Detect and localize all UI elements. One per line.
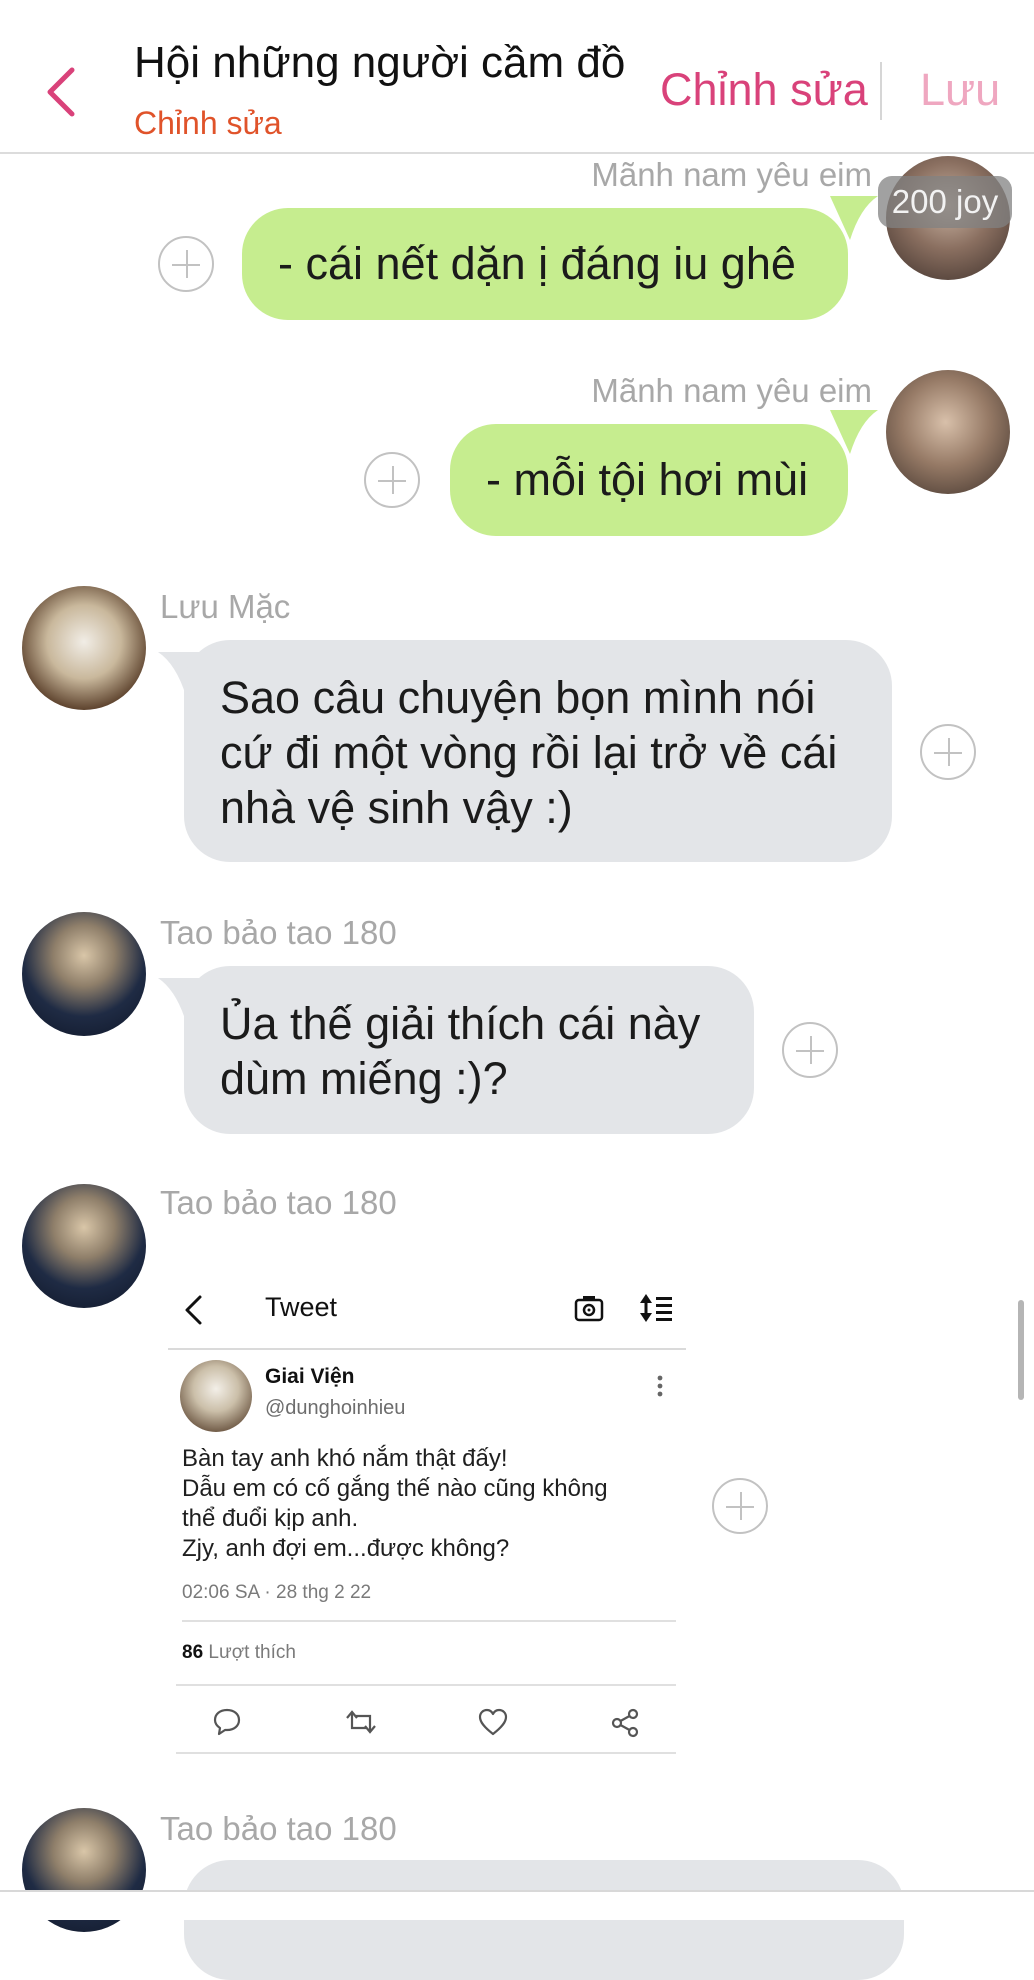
reply-icon [213,1708,241,1736]
joy-badge-label: 200 joy [891,183,999,220]
add-reaction-button[interactable] [364,452,420,508]
add-reaction-button[interactable] [782,1022,838,1078]
scrollbar[interactable] [1018,1300,1024,1400]
tweet-author-name: Giai Viện [265,1365,355,1388]
message-text: - cái nết dặn ị đáng iu ghê [278,238,796,289]
tweet-header-title: Tweet [265,1292,338,1322]
tweet-author-avatar [180,1360,252,1432]
camera-icon [574,1296,604,1322]
sender-name: Mãnh nam yêu eim [591,372,872,409]
sender-name: Mãnh nam yêu eim [591,156,872,193]
avatar[interactable] [22,1184,146,1308]
message-line: cứ đi một vòng rồi lại trở về cái [220,727,838,778]
tweet-body: Bàn tay anh khó nắm thật đấy! Dẫu em có … [182,1444,682,1564]
tweet-likes: 86 Lượt thích [182,1642,296,1664]
tweet-divider [176,1684,676,1686]
like-heart-icon [478,1708,508,1736]
message-bubble[interactable]: - cái nết dặn ị đáng iu ghê [242,208,848,320]
tweet-likes-label: Lượt thích [208,1642,296,1663]
header-divider [880,62,882,120]
save-button[interactable]: Lưu [920,64,1000,116]
tweet-back-icon [185,1295,202,1325]
tweet-divider [168,1348,686,1350]
add-reaction-button[interactable] [920,724,976,780]
chat-title: Hội những người cầm đồ [134,38,626,87]
share-icon [611,1708,639,1738]
avatar[interactable] [22,912,146,1036]
message-text: - mỗi tội hơi mùi [486,454,809,505]
retweet-icon [346,1710,376,1734]
tweet-author-handle: @dunghoinhieu [265,1397,406,1419]
tweet-divider [176,1752,676,1754]
sender-name: Tao bảo tao 180 [160,1810,397,1847]
more-options-icon [657,1375,663,1397]
add-reaction-button[interactable] [158,236,214,292]
message-line: Ủa thế giải thích cái này [220,998,701,1049]
sender-name: Tao bảo tao 180 [160,1184,397,1221]
sort-icon [640,1294,672,1322]
joy-badge: 200 joy [878,176,1012,228]
tweet-divider [182,1620,676,1622]
message-bubble[interactable]: - mỗi tội hơi mùi [450,424,848,536]
message-line: Sao câu chuyện bọn mình nói [220,672,816,723]
message-bubble[interactable]: Sao câu chuyện bọn mình nói cứ đi một vò… [184,640,892,862]
sender-name: Lưu Mặc [160,588,291,625]
chat-subtitle[interactable]: Chỉnh sửa [134,105,282,142]
bottom-bar [0,1892,1034,1920]
avatar[interactable] [886,370,1010,494]
tweet-timestamp: 02:06 SA · 28 thg 2 22 [182,1582,372,1603]
message-bubble[interactable] [184,1860,904,1980]
add-reaction-button[interactable] [712,1478,768,1534]
message-line: dùm miếng :)? [220,1053,508,1104]
tweet-screenshot-image[interactable]: Tweet Giai Viện @dunghoinhieu Bàn tay an… [168,1262,688,1760]
avatar[interactable] [22,586,146,710]
message-line: nhà vệ sinh vậy :) [220,782,573,833]
message-bubble[interactable]: Ủa thế giải thích cái này dùm miếng :)? [184,966,754,1134]
tweet-line: Dẫu em có cố gắng thế nào cũng không [182,1475,608,1502]
edit-button[interactable]: Chỉnh sửa [660,64,868,116]
tweet-line: thể đuổi kịp anh. [182,1505,359,1532]
back-chevron-icon[interactable] [42,62,82,122]
tweet-likes-count: 86 [182,1642,204,1663]
tweet-line: Zjy, anh đợi em...được không? [182,1535,510,1562]
sender-name: Tao bảo tao 180 [160,914,397,951]
chat-header: Hội những người cầm đồ Chỉnh sửa Chỉnh s… [0,0,1034,154]
tweet-line: Bàn tay anh khó nắm thật đấy! [182,1445,508,1472]
